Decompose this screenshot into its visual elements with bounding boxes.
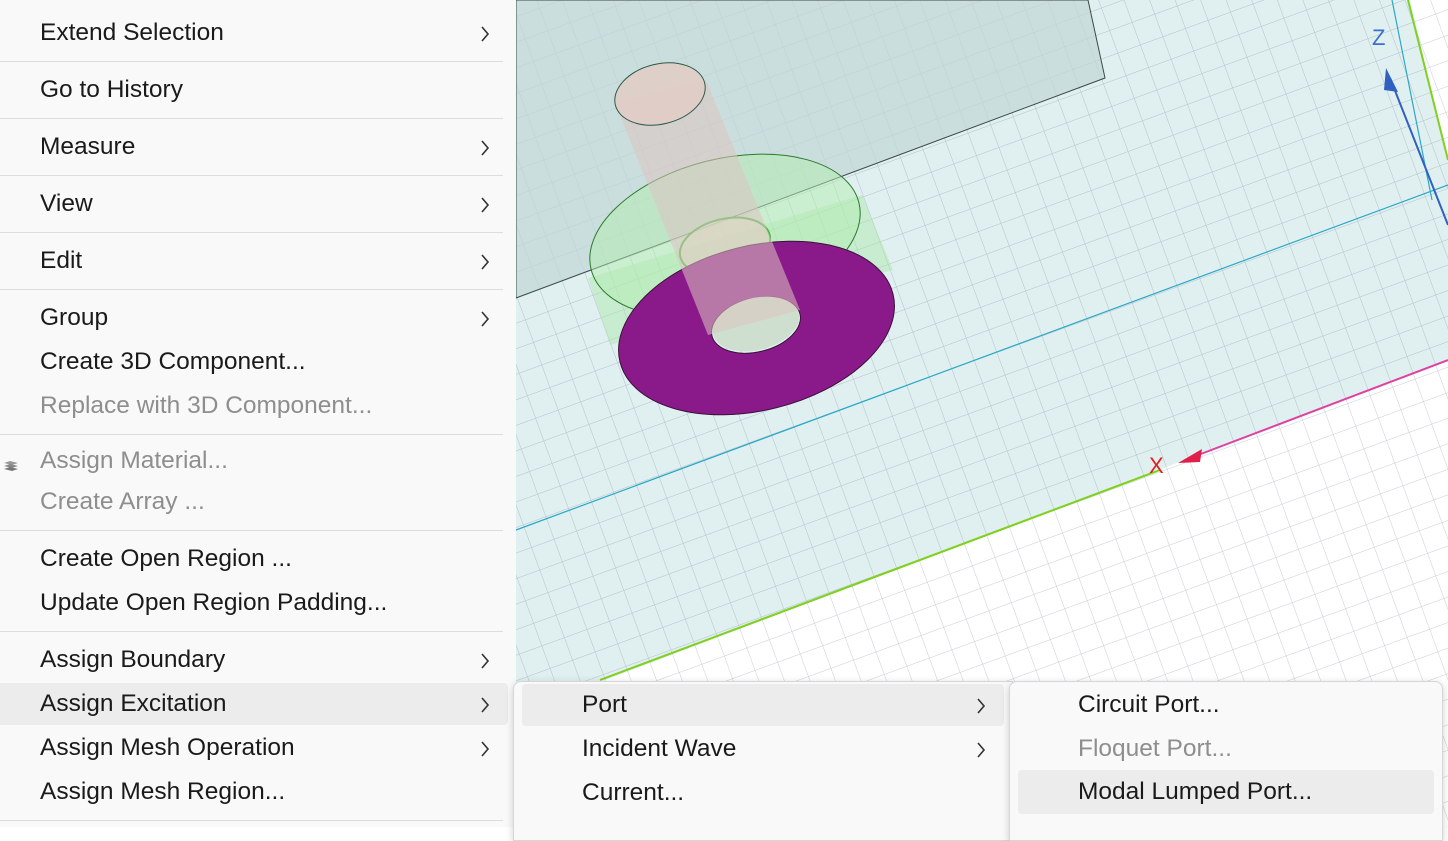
excitation-item-label: Port bbox=[582, 690, 627, 718]
excitation-item-label: Current... bbox=[582, 778, 685, 806]
port-item-label: Circuit Port... bbox=[1078, 690, 1220, 718]
menu-item-label: Create Open Region ... bbox=[40, 544, 292, 572]
menu-separator bbox=[0, 631, 503, 632]
menu-item-label: Measure bbox=[40, 132, 136, 160]
port-item-floquet-port: Floquet Port... bbox=[1010, 728, 1442, 770]
menu-item-label: Create 3D Component... bbox=[40, 347, 306, 375]
menu-item-create-3d-component[interactable]: Create 3D Component... bbox=[0, 341, 516, 383]
menu-item-assign-excitation[interactable]: Assign Excitation bbox=[0, 683, 516, 725]
menu-item-label: Group bbox=[40, 303, 109, 331]
assign-excitation-submenu: Port Incident Wave Current... bbox=[513, 681, 1013, 841]
excitation-item-incident-wave[interactable]: Incident Wave bbox=[514, 728, 1012, 770]
menu-item-label: Create Array ... bbox=[40, 487, 205, 515]
menu-separator bbox=[0, 118, 503, 119]
menu-item-label: Extend Selection bbox=[40, 18, 224, 46]
menu-separator bbox=[0, 175, 503, 176]
menu-item-go-to-history[interactable]: Go to History bbox=[0, 69, 516, 111]
menu-separator bbox=[0, 289, 503, 290]
x-axis-label: X bbox=[1149, 453, 1164, 478]
chevron-right-icon bbox=[479, 309, 491, 327]
chevron-right-icon bbox=[479, 252, 491, 270]
menu-item-label: Assign Mesh Operation bbox=[40, 733, 295, 761]
port-item-modal-lumped-port[interactable]: Modal Lumped Port... bbox=[1010, 770, 1442, 814]
menu-item-label: Go to History bbox=[40, 75, 183, 103]
chevron-right-icon bbox=[479, 138, 491, 156]
menu-item-measure[interactable]: Measure bbox=[0, 126, 516, 168]
port-item-label: Modal Lumped Port... bbox=[1078, 777, 1313, 805]
menu-item-label: Edit bbox=[40, 246, 83, 274]
chevron-right-icon bbox=[479, 24, 491, 42]
menu-item-label: Assign Boundary bbox=[40, 645, 226, 673]
port-submenu: Circuit Port... Floquet Port... Modal Lump… bbox=[1009, 681, 1443, 841]
chevron-right-icon bbox=[479, 195, 491, 213]
port-item-label: Floquet Port... bbox=[1078, 734, 1232, 762]
menu-item-label: View bbox=[40, 189, 93, 217]
menu-item-replace-with-3d-component: Replace with 3D Component... bbox=[0, 385, 516, 427]
menu-item-assign-boundary[interactable]: Assign Boundary bbox=[0, 639, 516, 681]
menu-item-label: Assign Material... bbox=[40, 446, 228, 474]
menu-item-label: Update Open Region Padding... bbox=[40, 588, 388, 616]
port-item-circuit-port[interactable]: Circuit Port... bbox=[1010, 684, 1442, 726]
z-axis-label: Z bbox=[1372, 25, 1385, 50]
chevron-right-icon bbox=[479, 739, 491, 757]
menu-item-assign-mesh-operation[interactable]: Assign Mesh Operation bbox=[0, 727, 516, 769]
menu-item-update-open-region-padding[interactable]: Update Open Region Padding... bbox=[0, 582, 516, 624]
material-icon bbox=[2, 454, 20, 471]
menu-item-label: Replace with 3D Component... bbox=[40, 391, 373, 419]
menu-item-label: Assign Mesh Region... bbox=[40, 777, 286, 805]
context-menu: Extend Selection Go to History Measure View… bbox=[0, 0, 516, 827]
menu-separator bbox=[0, 820, 503, 821]
menu-separator bbox=[0, 61, 503, 62]
menu-item-group[interactable]: Group bbox=[0, 297, 516, 339]
excitation-item-current[interactable]: Current... bbox=[514, 772, 1012, 814]
chevron-right-icon bbox=[975, 696, 987, 714]
chevron-right-icon bbox=[975, 740, 987, 758]
menu-item-assign-mesh-region[interactable]: Assign Mesh Region... bbox=[0, 771, 516, 813]
menu-item-edit[interactable]: Edit bbox=[0, 240, 516, 282]
menu-item-extend-selection[interactable]: Extend Selection bbox=[0, 12, 516, 54]
menu-item-label: Assign Excitation bbox=[40, 689, 227, 717]
menu-item-assign-material: Assign Material... bbox=[0, 440, 516, 482]
chevron-right-icon bbox=[479, 695, 491, 713]
menu-item-create-array: Create Array ... bbox=[0, 481, 516, 523]
excitation-item-label: Incident Wave bbox=[582, 734, 737, 762]
menu-item-view[interactable]: View bbox=[0, 183, 516, 225]
menu-separator bbox=[0, 232, 503, 233]
menu-separator bbox=[0, 434, 503, 435]
menu-separator bbox=[0, 530, 503, 531]
menu-item-create-open-region[interactable]: Create Open Region ... bbox=[0, 538, 516, 580]
excitation-item-port[interactable]: Port bbox=[514, 684, 1012, 726]
chevron-right-icon bbox=[479, 651, 491, 669]
